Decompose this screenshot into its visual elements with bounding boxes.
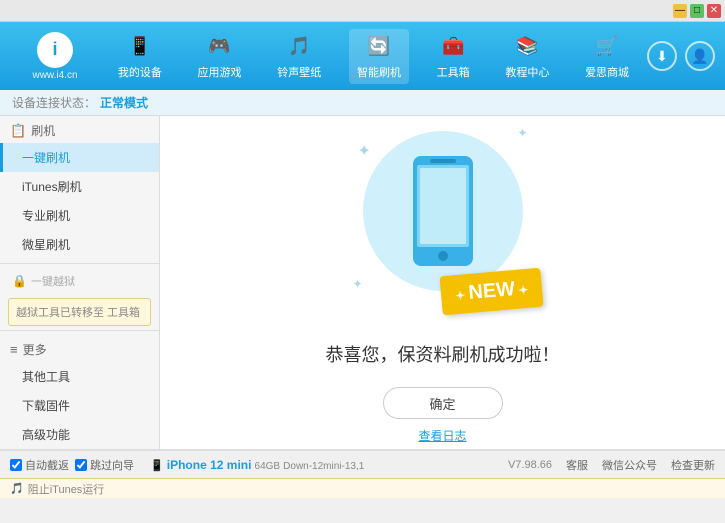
new-badge: NEW — [440, 268, 544, 316]
nav-items: 📱 我的设备 🎮 应用游戏 🎵 铃声壁纸 🔄 智能刷机 🧰 工具箱 📚 教程中心… — [100, 29, 647, 84]
bottom-section: 自动截返 跳过向导 📱 iPhone 12 mini 64GB Down-12m… — [0, 449, 725, 498]
sidebar-item-itunes[interactable]: iTunes刷机 — [0, 172, 159, 201]
bottom-bar: 自动截返 跳过向导 📱 iPhone 12 mini 64GB Down-12m… — [0, 450, 725, 478]
sparkle-tr: ✦ — [517, 126, 527, 140]
user-button[interactable]: 👤 — [685, 41, 715, 71]
phone-svg — [408, 151, 478, 271]
itunes-label: 阻止iTunes运行 — [28, 481, 105, 497]
more-section-icon: ≡ — [10, 342, 18, 357]
download-button[interactable]: ⬇ — [647, 41, 677, 71]
title-bar: — □ ✕ — [0, 0, 725, 22]
nav-ringtones[interactable]: 🎵 铃声壁纸 — [269, 29, 329, 84]
logo-subtitle: www.i4.cn — [32, 70, 77, 81]
device-storage: 64GB — [255, 461, 281, 472]
sidebar-item-downgrade[interactable]: 微星刷机 — [0, 230, 159, 259]
sidebar-item-pro[interactable]: 专业刷机 — [0, 201, 159, 230]
more-section-title: ≡ 更多 — [0, 335, 159, 362]
sidebar-warning-box: 越狱工具已转移至 工具箱 — [8, 298, 151, 326]
nav-smart-flash[interactable]: 🔄 智能刷机 — [349, 29, 409, 84]
sidebar-locked-jailbreak: 🔒 一键越狱 — [0, 268, 159, 294]
success-message: 恭喜您，保资料刷机成功啦！ — [326, 341, 560, 367]
device-info: 📱 iPhone 12 mini 64GB Down-12mini-13,1 — [150, 458, 364, 472]
sidebar-item-other-tools[interactable]: 其他工具 — [0, 362, 159, 391]
sparkle-tl: ✦ — [358, 141, 371, 161]
tutorials-icon: 📚 — [513, 33, 541, 61]
nav-my-device[interactable]: 📱 我的设备 — [110, 29, 170, 84]
update-link[interactable]: 检查更新 — [671, 457, 715, 473]
phone-circle — [363, 131, 523, 291]
device-icon: 📱 — [150, 460, 167, 472]
logo-icon: i — [37, 32, 73, 68]
status-bar: 设备连接状态： 正常模式 — [0, 90, 725, 116]
sidebar-item-one-click[interactable]: 一键刷机 — [0, 143, 159, 172]
nav-tutorials[interactable]: 📚 教程中心 — [497, 29, 557, 84]
sidebar-item-download-fw[interactable]: 下载固件 — [0, 391, 159, 420]
service-link[interactable]: 客服 — [566, 457, 588, 473]
sidebar-divider-2 — [0, 330, 159, 331]
bottom-right: V7.98.66 客服 微信公众号 检查更新 — [508, 457, 715, 473]
close-button[interactable]: ✕ — [707, 4, 721, 18]
jump-link[interactable]: 查看日志 — [418, 427, 466, 444]
itunes-row: 🎵 阻止iTunes运行 — [0, 478, 725, 498]
nav-toolbox[interactable]: 🧰 工具箱 — [429, 29, 478, 84]
lock-icon: 🔒 — [12, 274, 27, 288]
flash-section-icon: 📋 — [10, 123, 26, 139]
sidebar: 📋 刷机 一键刷机 iTunes刷机 专业刷机 微星刷机 🔒 一键越狱 越狱工具… — [0, 116, 160, 449]
top-nav: i www.i4.cn 📱 我的设备 🎮 应用游戏 🎵 铃声壁纸 🔄 智能刷机 … — [0, 22, 725, 90]
my-device-icon: 📱 — [126, 33, 154, 61]
minimize-button[interactable]: — — [673, 4, 687, 18]
nav-right: ⬇ 👤 — [647, 41, 715, 71]
auto-start-checkbox[interactable]: 自动截返 — [10, 457, 69, 473]
version-label: V7.98.66 — [508, 459, 552, 471]
sidebar-divider-1 — [0, 263, 159, 264]
smart-flash-icon: 🔄 — [365, 33, 393, 61]
content-area: ✦ ✦ ✦ NEW 恭喜您，保资料刷机成功啦！ 确定 查看日志 — [160, 116, 725, 449]
status-value: 正常模式 — [100, 94, 148, 111]
nav-shop[interactable]: 🛒 爱思商城 — [577, 29, 637, 84]
sidebar-item-advanced[interactable]: 高级功能 — [0, 420, 159, 449]
confirm-button[interactable]: 确定 — [383, 387, 503, 419]
flash-section-title: 📋 刷机 — [0, 116, 159, 143]
skip-wizard-checkbox[interactable]: 跳过向导 — [75, 457, 134, 473]
wechat-link[interactable]: 微信公众号 — [602, 457, 657, 473]
device-name: iPhone 12 mini — [167, 458, 252, 472]
bottom-left: 自动截返 跳过向导 📱 iPhone 12 mini 64GB Down-12m… — [10, 457, 498, 473]
device-model: Down-12mini-13,1 — [283, 461, 364, 472]
itunes-icon: 🎵 — [10, 482, 24, 495]
sparkle-bl: ✦ — [353, 277, 363, 291]
toolbox-icon: 🧰 — [439, 33, 467, 61]
middle-layout: 📋 刷机 一键刷机 iTunes刷机 专业刷机 微星刷机 🔒 一键越狱 越狱工具… — [0, 116, 725, 449]
ringtones-icon: 🎵 — [285, 33, 313, 61]
maximize-button[interactable]: □ — [690, 4, 704, 18]
status-label: 设备连接状态： — [12, 94, 96, 111]
apps-games-icon: 🎮 — [206, 33, 234, 61]
illustration: ✦ ✦ ✦ NEW — [353, 121, 533, 321]
nav-apps-games[interactable]: 🎮 应用游戏 — [190, 29, 250, 84]
shop-icon: 🛒 — [593, 33, 621, 61]
logo: i www.i4.cn — [10, 32, 100, 81]
